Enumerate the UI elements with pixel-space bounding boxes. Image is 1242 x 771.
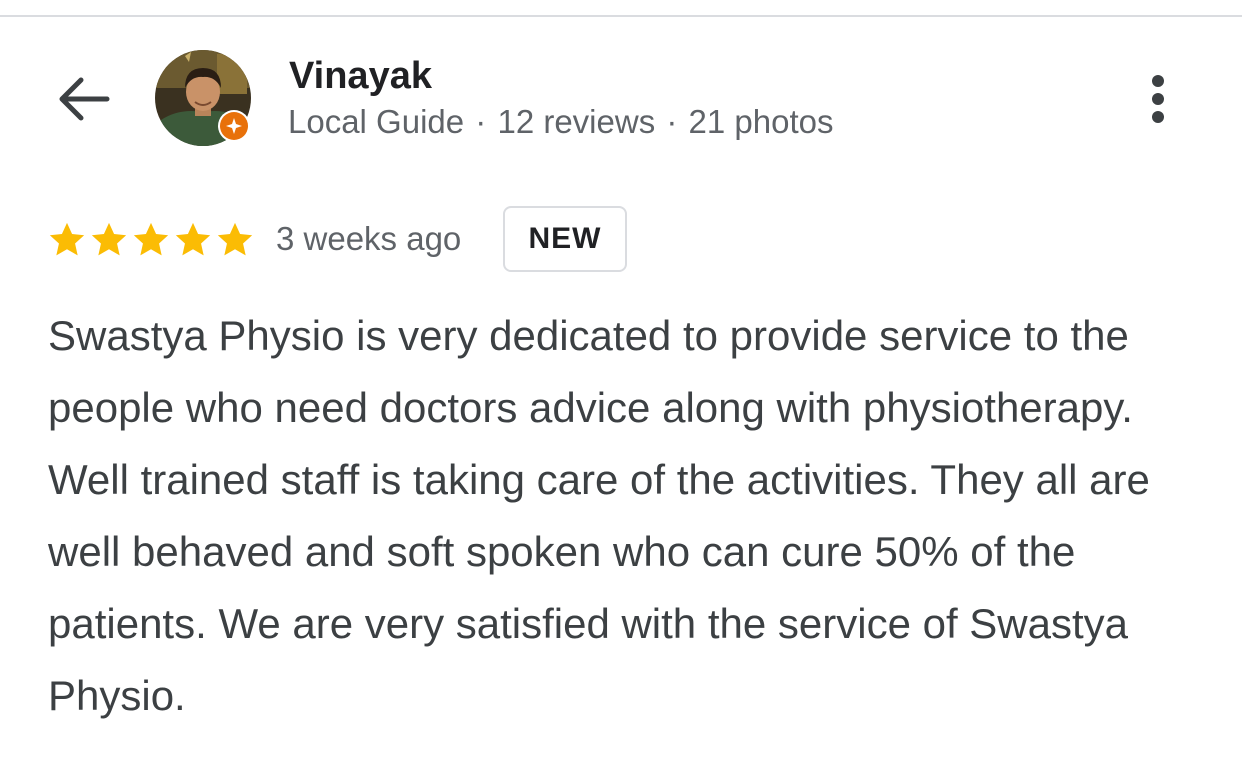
more-vertical-icon: [1152, 111, 1164, 123]
reviewer-meta: Local Guide · 12 reviews · 21 photos: [288, 102, 834, 142]
star-icon: [49, 222, 85, 256]
more-options-button[interactable]: [1133, 68, 1183, 130]
photo-count: 21 photos: [688, 103, 834, 140]
review-time: 3 weeks ago: [276, 220, 462, 257]
top-divider: [0, 15, 1242, 17]
review-count: 12 reviews: [497, 103, 656, 140]
reviewer-avatar[interactable]: [155, 50, 255, 150]
star-rating: [46, 218, 256, 262]
more-vertical-icon: [1152, 93, 1164, 105]
reviewer-level: Local Guide: [288, 103, 465, 140]
reviewer-name[interactable]: Vinayak: [289, 54, 432, 98]
local-guide-badge-icon: [226, 118, 242, 134]
meta-separator: ·: [475, 103, 487, 140]
review-text: Swastya Physio is very dedicated to prov…: [48, 312, 1150, 719]
star-icon: [175, 222, 211, 256]
star-icon: [133, 222, 169, 256]
star-icon: [91, 222, 127, 256]
meta-separator: ·: [666, 103, 678, 140]
star-icon: [217, 222, 253, 256]
back-button[interactable]: [50, 68, 116, 130]
more-vertical-icon: [1152, 75, 1164, 87]
local-guide-badge: [218, 110, 250, 142]
arrow-back-icon: [59, 77, 110, 121]
new-badge: NEW: [503, 206, 627, 272]
